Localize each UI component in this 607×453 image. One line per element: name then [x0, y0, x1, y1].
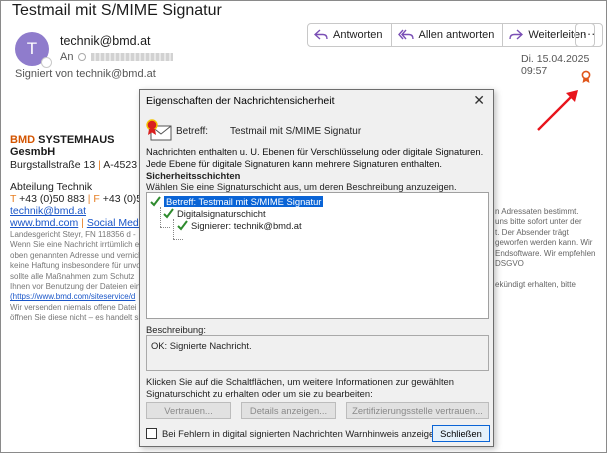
tree-item-label: Signierer: technik@bmd.at — [191, 220, 302, 231]
legal-line: Ihnen vor Benutzung der Dateien ein — [10, 282, 141, 292]
tree-connector — [160, 227, 170, 228]
recipient-presence-icon — [78, 53, 87, 61]
social-media-link[interactable]: Social Media — [87, 217, 142, 229]
legal-link[interactable]: (https://www.bmd.com/siteservice/d — [10, 292, 142, 302]
legal-line: n Adressaten bestimmt. — [495, 207, 579, 216]
legal-line — [495, 269, 607, 279]
legal-line: Wenn Sie eine Nachricht irrtümlich e — [10, 240, 140, 250]
subject-value: Testmail mit S/MIME Signatur — [230, 126, 362, 137]
legal-line: Landesgericht Steyr, FN 118356 d - — [10, 230, 136, 239]
annotation-arrow-icon — [537, 90, 578, 131]
signature-ribbon-icon[interactable] — [580, 70, 592, 84]
legal-line: uns bitte sofort unter der — [495, 217, 582, 227]
check-icon — [150, 196, 161, 207]
trust-ca-button[interactable]: Zertifizierungsstelle vertrauen... — [346, 402, 489, 419]
description-label: Beschreibung: — [146, 324, 206, 335]
legal-line: Endsoftware. Wir empfehlen — [495, 248, 596, 258]
address-street: Burgstallstraße 13 — [10, 159, 96, 171]
reply-toolbar: Antworten Allen antworten Weiterleiten — [307, 23, 596, 47]
tree-connector — [173, 219, 174, 239]
legal-line: geworfen werden kann. Wir — [495, 238, 593, 248]
legal-line: oben genannten Adresse und vernich — [10, 250, 142, 260]
check-icon — [163, 208, 174, 219]
address-separator: | — [95, 159, 104, 171]
dialog-title: Eigenschaften der Nachrichtensicherheit — [146, 95, 335, 107]
tree-connector — [173, 239, 183, 240]
legal-line: keine Haftung insbesondere für unvo — [10, 261, 141, 271]
email-line: technik@bmd.at — [10, 205, 142, 217]
legal-line: öffnen Sie diese nicht – es handelt si — [10, 313, 141, 323]
phone-number: +43 (0)50 883 — [16, 193, 85, 205]
signature-email-link[interactable]: technik@bmd.at — [10, 205, 86, 217]
company-brand: BMD — [10, 134, 36, 146]
legal-disclaimer-right: n Adressaten bestimmt. uns bitte sofort … — [495, 207, 607, 290]
web-line: www.bmd.com | Social Media — [10, 217, 142, 229]
reply-all-button[interactable]: Allen antworten — [391, 23, 504, 47]
legal-line: sollte alle Maßnahmen zum Schutz — [10, 271, 135, 281]
message-security-dialog: Eigenschaften der Nachrichtensicherheit … — [139, 89, 494, 447]
reply-icon — [314, 29, 328, 40]
reply-label: Antworten — [333, 29, 383, 41]
security-layers-tree[interactable]: Betreff: Testmail mit S/MIME Signatur Di… — [146, 192, 489, 319]
signed-by-label: Signiert von technik@bmd.at — [15, 68, 156, 80]
tree-item-label: Betreff: Testmail mit S/MIME Signatur — [162, 195, 325, 208]
presence-badge — [41, 57, 52, 68]
reply-button[interactable]: Antworten — [307, 23, 392, 47]
legal-line: Wir versenden niemals offene Datei — [10, 302, 137, 312]
check-icon — [177, 220, 188, 231]
tree-connector — [160, 207, 161, 227]
website-link[interactable]: www.bmd.com — [10, 217, 78, 229]
signed-envelope-icon — [146, 119, 172, 141]
department: Abteilung Technik — [10, 181, 93, 193]
more-actions-button[interactable]: ··· — [575, 23, 603, 47]
recipient-row: An — [60, 51, 174, 63]
forward-icon — [509, 29, 524, 40]
web-separator: | — [78, 217, 87, 229]
details-button[interactable]: Details anzeigen... — [241, 402, 336, 419]
company-address: Burgstallstraße 13 | A-4523 Neu — [10, 159, 142, 171]
email-date: Di. 15.04.2025 09:57 — [521, 53, 590, 77]
address-city: A-4523 Neu — [103, 159, 142, 171]
reply-all-icon — [397, 29, 414, 40]
dialog-description: Nachrichten enthalten u. U. Ebenen für V… — [146, 146, 484, 169]
recipient-redacted[interactable] — [91, 53, 174, 61]
warn-checkbox[interactable] — [146, 428, 157, 439]
tree-item-signature-layer[interactable]: Digitalsignaturschicht — [163, 208, 266, 219]
tree-item-message[interactable]: Betreff: Testmail mit S/MIME Signatur — [150, 195, 325, 208]
email-subject: Testmail mit S/MIME Signatur — [12, 2, 222, 19]
company-name: BMD SYSTEMHAUS GesmbH — [10, 134, 142, 158]
fax-number: +43 (0)50 — [102, 193, 142, 205]
signature-block: BMD SYSTEMHAUS GesmbH Burgstallstraße 13… — [10, 134, 142, 324]
security-layers-heading: Sicherheitsschichten — [146, 170, 241, 181]
close-button[interactable]: Schließen — [432, 425, 490, 442]
phone-line: T +43 (0)50 883 | F +43 (0)50 — [10, 193, 142, 205]
legal-line: DSGVO — [495, 259, 524, 269]
legal-line: t. Der Absender trägt — [495, 227, 569, 237]
close-icon[interactable]: ✕ — [473, 92, 485, 109]
buttons-hint: Klicken Sie auf die Schaltflächen, um we… — [146, 376, 454, 399]
sender-address[interactable]: technik@bmd.at — [60, 34, 151, 48]
legal-disclaimer: Landesgericht Steyr, FN 118356 d - Wenn … — [10, 230, 142, 324]
tree-item-signer[interactable]: Signierer: technik@bmd.at — [177, 220, 302, 231]
description-field: OK: Signierte Nachricht. — [146, 335, 489, 371]
to-label: An — [60, 51, 74, 63]
trust-button[interactable]: Vertrauen... — [146, 402, 231, 419]
tree-item-label: Digitalsignaturschicht — [177, 208, 266, 219]
security-layers-hint: Wählen Sie eine Signaturschicht aus, um … — [146, 181, 457, 192]
legal-line: ekündigt erhalten, bitte — [495, 279, 576, 289]
warn-checkbox-label: Bei Fehlern in digital signierten Nachri… — [162, 428, 443, 439]
warn-option[interactable]: Bei Fehlern in digital signierten Nachri… — [146, 428, 442, 439]
subject-label: Betreff: — [176, 126, 209, 137]
reply-all-label: Allen antworten — [418, 29, 495, 41]
